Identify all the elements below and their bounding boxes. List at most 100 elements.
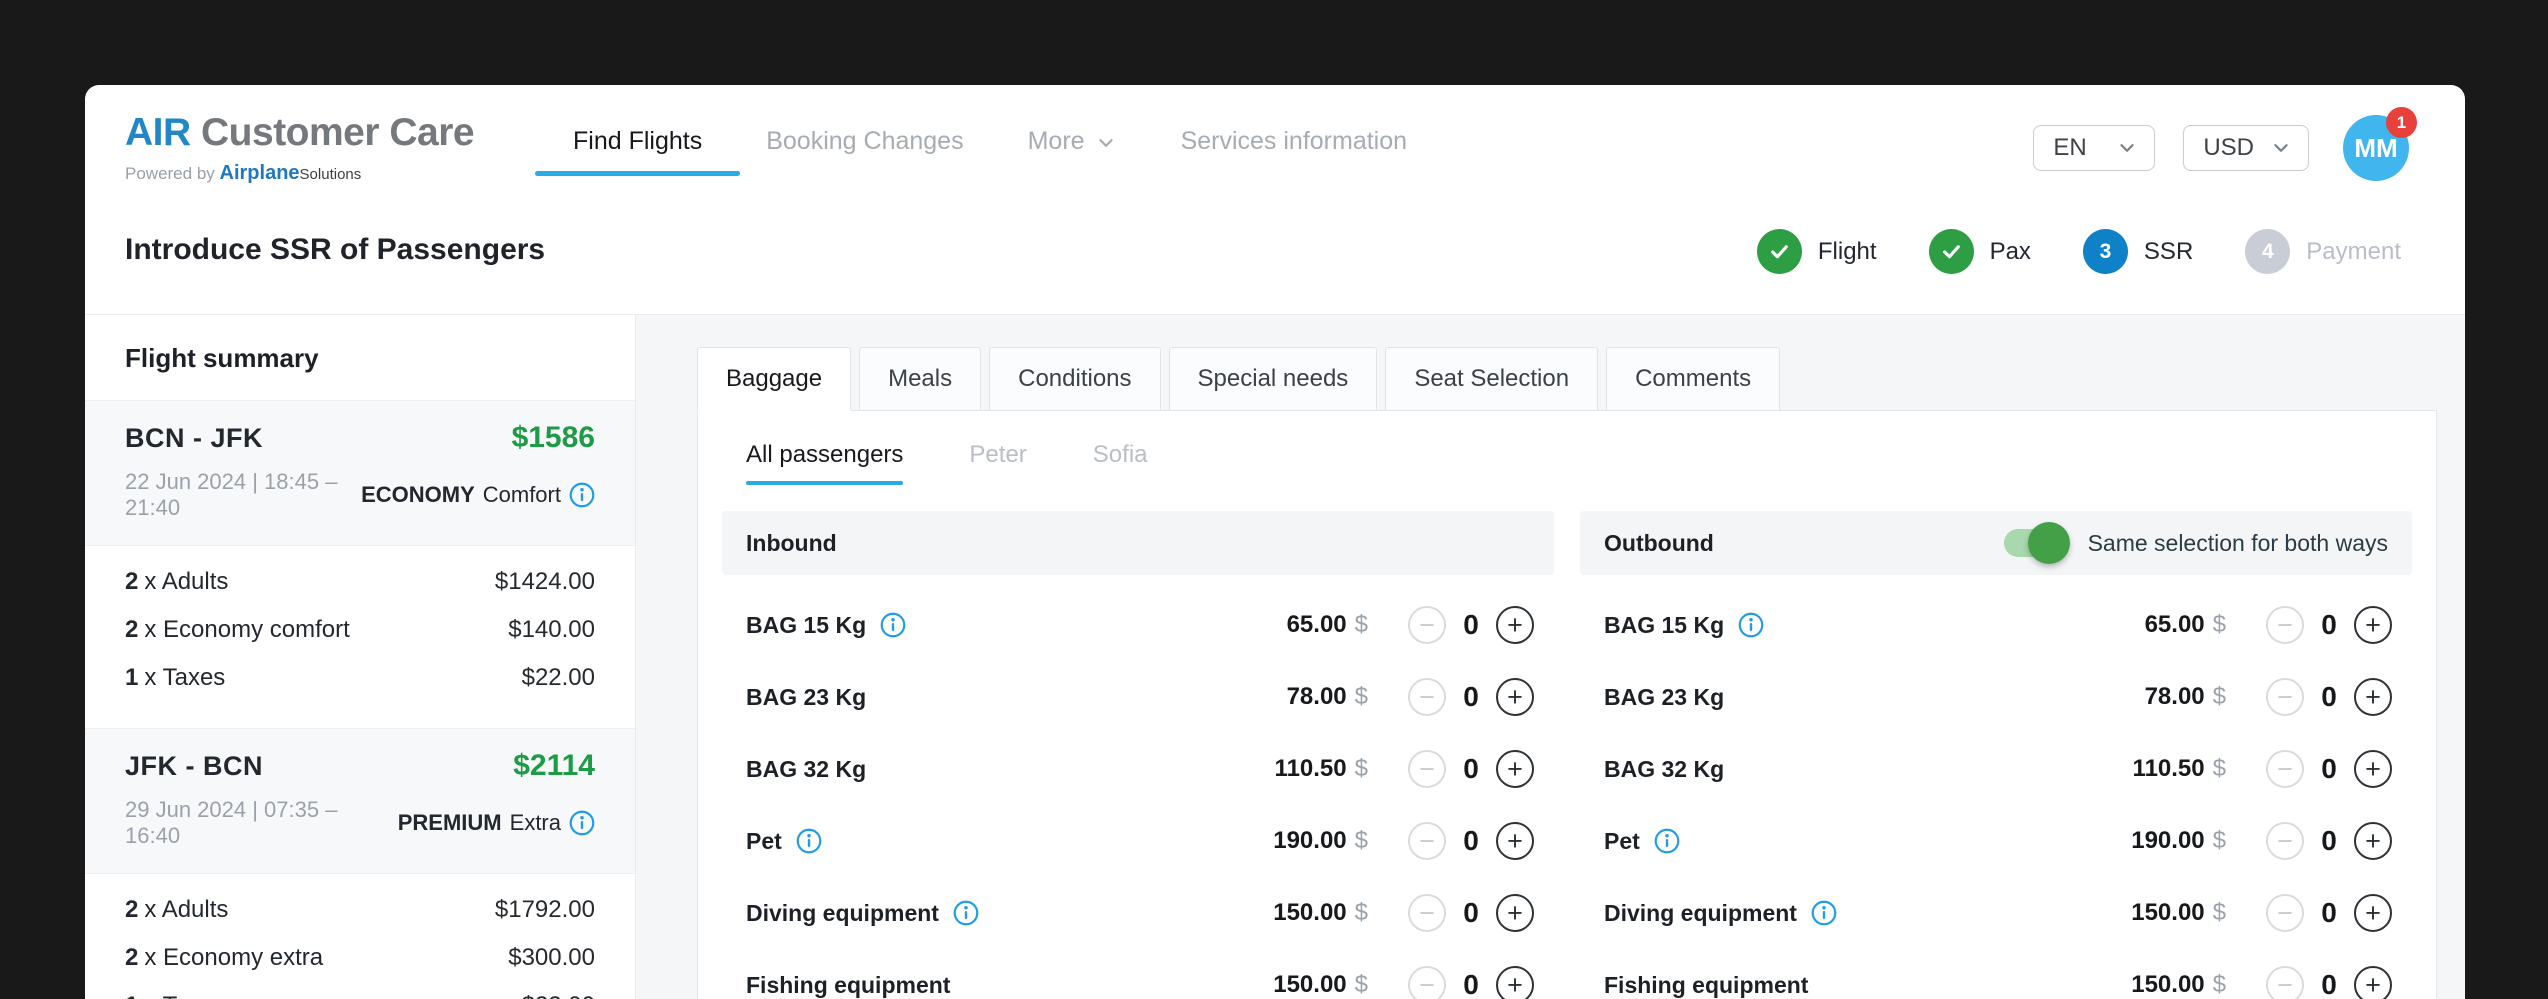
ssr-item-controls: 190.00 $ −0 + bbox=[1208, 822, 1534, 860]
info-icon[interactable] bbox=[1811, 900, 1837, 926]
info-icon[interactable] bbox=[796, 828, 822, 854]
info-icon[interactable] bbox=[1738, 612, 1764, 638]
step-pax[interactable]: Pax bbox=[1928, 229, 2031, 274]
flight-datetime: 29 Jun 2024 | 07:35 – 16:40 bbox=[125, 797, 338, 848]
increase-button[interactable]: + bbox=[1496, 822, 1534, 860]
currency-value: USD bbox=[2203, 134, 2254, 161]
ssr-row-fishing-equipment: Fishing equipment 150.00 $ −0 + bbox=[1604, 949, 2392, 999]
increase-button[interactable]: + bbox=[1496, 606, 1534, 644]
user-avatar[interactable]: MM 1 bbox=[2343, 107, 2417, 181]
increase-button[interactable]: + bbox=[1496, 750, 1534, 788]
increase-button[interactable]: + bbox=[1496, 966, 1534, 999]
info-icon[interactable] bbox=[953, 900, 979, 926]
ssr-row-bag-32-kg: BAG 32 Kg 110.50 $ −0 + bbox=[1604, 733, 2392, 805]
nav-item-label: Find Flights bbox=[573, 127, 703, 155]
decrease-button[interactable]: − bbox=[2266, 966, 2304, 999]
top-bar: AIR Customer Care Powered by AirplaneSol… bbox=[85, 85, 2465, 203]
nav-item-find-flights[interactable]: Find Flights bbox=[534, 127, 741, 176]
decrease-button[interactable]: − bbox=[1408, 750, 1446, 788]
increase-button[interactable]: + bbox=[2354, 966, 2392, 999]
powered-by-text: Powered by bbox=[125, 164, 215, 183]
price-currency: $ bbox=[2212, 971, 2226, 998]
tab-conditions[interactable]: Conditions bbox=[989, 347, 1161, 411]
decrease-button[interactable]: − bbox=[2266, 678, 2304, 716]
price-value: 65.00 bbox=[2144, 611, 2205, 638]
passenger-tab-peter[interactable]: Peter bbox=[969, 441, 1026, 485]
tab-baggage[interactable]: Baggage bbox=[697, 347, 852, 411]
tab-comments[interactable]: Comments bbox=[1606, 347, 1781, 411]
increase-button[interactable]: + bbox=[2354, 606, 2392, 644]
step-payment[interactable]: 4 Payment bbox=[2245, 229, 2401, 274]
increase-button[interactable]: + bbox=[2354, 894, 2392, 932]
increase-button[interactable]: + bbox=[2354, 750, 2392, 788]
increase-button[interactable]: + bbox=[1496, 678, 1534, 716]
ssr-item-label: Fishing equipment bbox=[1604, 972, 1808, 999]
ssr-item-label: BAG 15 Kg bbox=[1604, 612, 1764, 639]
same-selection-toggle[interactable] bbox=[2003, 522, 2070, 564]
passenger-tab-sofia[interactable]: Sofia bbox=[1093, 441, 1148, 485]
ssr-item-label: BAG 23 Kg bbox=[1604, 684, 1724, 711]
nav-item-services-information[interactable]: Services information bbox=[1181, 127, 1407, 176]
fare-text: x Taxes bbox=[144, 992, 225, 999]
toggle-label: Same selection for both ways bbox=[2087, 529, 2388, 556]
increase-button[interactable]: + bbox=[2354, 822, 2392, 860]
tab-special-needs[interactable]: Special needs bbox=[1168, 347, 1378, 411]
quantity-stepper: −0 + bbox=[1408, 750, 1534, 788]
ssr-item-price: 78.00 $ bbox=[2066, 683, 2226, 711]
increase-button[interactable]: + bbox=[2354, 678, 2392, 716]
increase-button[interactable]: + bbox=[1496, 894, 1534, 932]
fare-line-label: 2x Adults bbox=[125, 896, 228, 924]
quantity-value: 0 bbox=[2321, 969, 2337, 999]
nav-item-label: Booking Changes bbox=[766, 127, 964, 155]
price-currency: $ bbox=[2212, 611, 2226, 638]
top-controls: EN USD MM 1 bbox=[2033, 107, 2417, 181]
info-icon[interactable] bbox=[1654, 828, 1680, 854]
info-icon[interactable] bbox=[569, 482, 595, 508]
tab-seat-selection[interactable]: Seat Selection bbox=[1385, 347, 1599, 411]
decrease-button[interactable]: − bbox=[2266, 750, 2304, 788]
price-value: 150.00 bbox=[2131, 971, 2205, 998]
step-label: Pax bbox=[1989, 237, 2031, 265]
decrease-button[interactable]: − bbox=[1408, 822, 1446, 860]
ssr-panel: All passengers Peter Sofia Inbound BAG 15 K… bbox=[697, 410, 2437, 999]
fare-name: Extra bbox=[509, 810, 561, 835]
ssr-row-pet: Pet 190.00 $ −0 + bbox=[746, 805, 1534, 877]
nav-item-more[interactable]: More bbox=[1028, 127, 1117, 176]
decrease-button[interactable]: − bbox=[2266, 606, 2304, 644]
ssr-item-name: Fishing equipment bbox=[1604, 971, 1809, 998]
decrease-button[interactable]: − bbox=[1408, 606, 1446, 644]
nav-item-booking-changes[interactable]: Booking Changes bbox=[766, 127, 963, 176]
flight-summary-sidebar: Flight summary BCN - JFK $1586 22 Jun 2024… bbox=[85, 315, 636, 999]
column-header-inbound: Inbound bbox=[722, 511, 1554, 575]
quantity-value: 0 bbox=[2321, 609, 2337, 640]
language-select[interactable]: EN bbox=[2033, 125, 2156, 171]
decrease-button[interactable]: − bbox=[2266, 894, 2304, 932]
info-icon[interactable] bbox=[569, 810, 595, 836]
decrease-button[interactable]: − bbox=[1408, 966, 1446, 999]
step-number: 4 bbox=[2245, 229, 2291, 274]
flight-card-header: JFK - BCN $2114 29 Jun 2024 | 07:35 – 16:4… bbox=[85, 728, 635, 874]
check-icon bbox=[1928, 229, 1974, 274]
decrease-button[interactable]: − bbox=[1408, 894, 1446, 932]
price-value: 110.50 bbox=[2132, 755, 2205, 782]
ssr-item-controls: 110.50 $ −0 + bbox=[2066, 750, 2392, 788]
decrease-button[interactable]: − bbox=[1408, 678, 1446, 716]
step-flight[interactable]: Flight bbox=[1756, 229, 1877, 274]
quantity-value: 0 bbox=[1463, 897, 1479, 928]
fare-amount: $22.00 bbox=[521, 664, 595, 691]
decrease-button[interactable]: − bbox=[2266, 822, 2304, 860]
fare-line-label: 1 x Taxes bbox=[125, 992, 225, 999]
ssr-item-controls: 65.00 $ −0 + bbox=[1208, 606, 1534, 644]
flight-cards: BCN - JFK $1586 22 Jun 2024 | 18:45 – 21:4… bbox=[85, 400, 635, 999]
passenger-tab-all-passengers[interactable]: All passengers bbox=[746, 441, 904, 485]
tab-meals[interactable]: Meals bbox=[859, 347, 982, 411]
info-icon[interactable] bbox=[880, 612, 906, 638]
ssr-row-diving-equipment: Diving equipment 150.00 $ −0 + bbox=[1604, 877, 2392, 949]
ssr-item-controls: 150.00 $ −0 + bbox=[1208, 894, 1534, 932]
flight-route-row: JFK - BCN $2114 bbox=[125, 749, 595, 783]
quantity-stepper: −0 + bbox=[1408, 966, 1534, 999]
price-value: 78.00 bbox=[2144, 683, 2205, 710]
currency-select[interactable]: USD bbox=[2183, 125, 2309, 171]
step-ssr[interactable]: 3 SSR bbox=[2082, 229, 2193, 274]
ssr-item-name: Fishing equipment bbox=[746, 971, 951, 998]
